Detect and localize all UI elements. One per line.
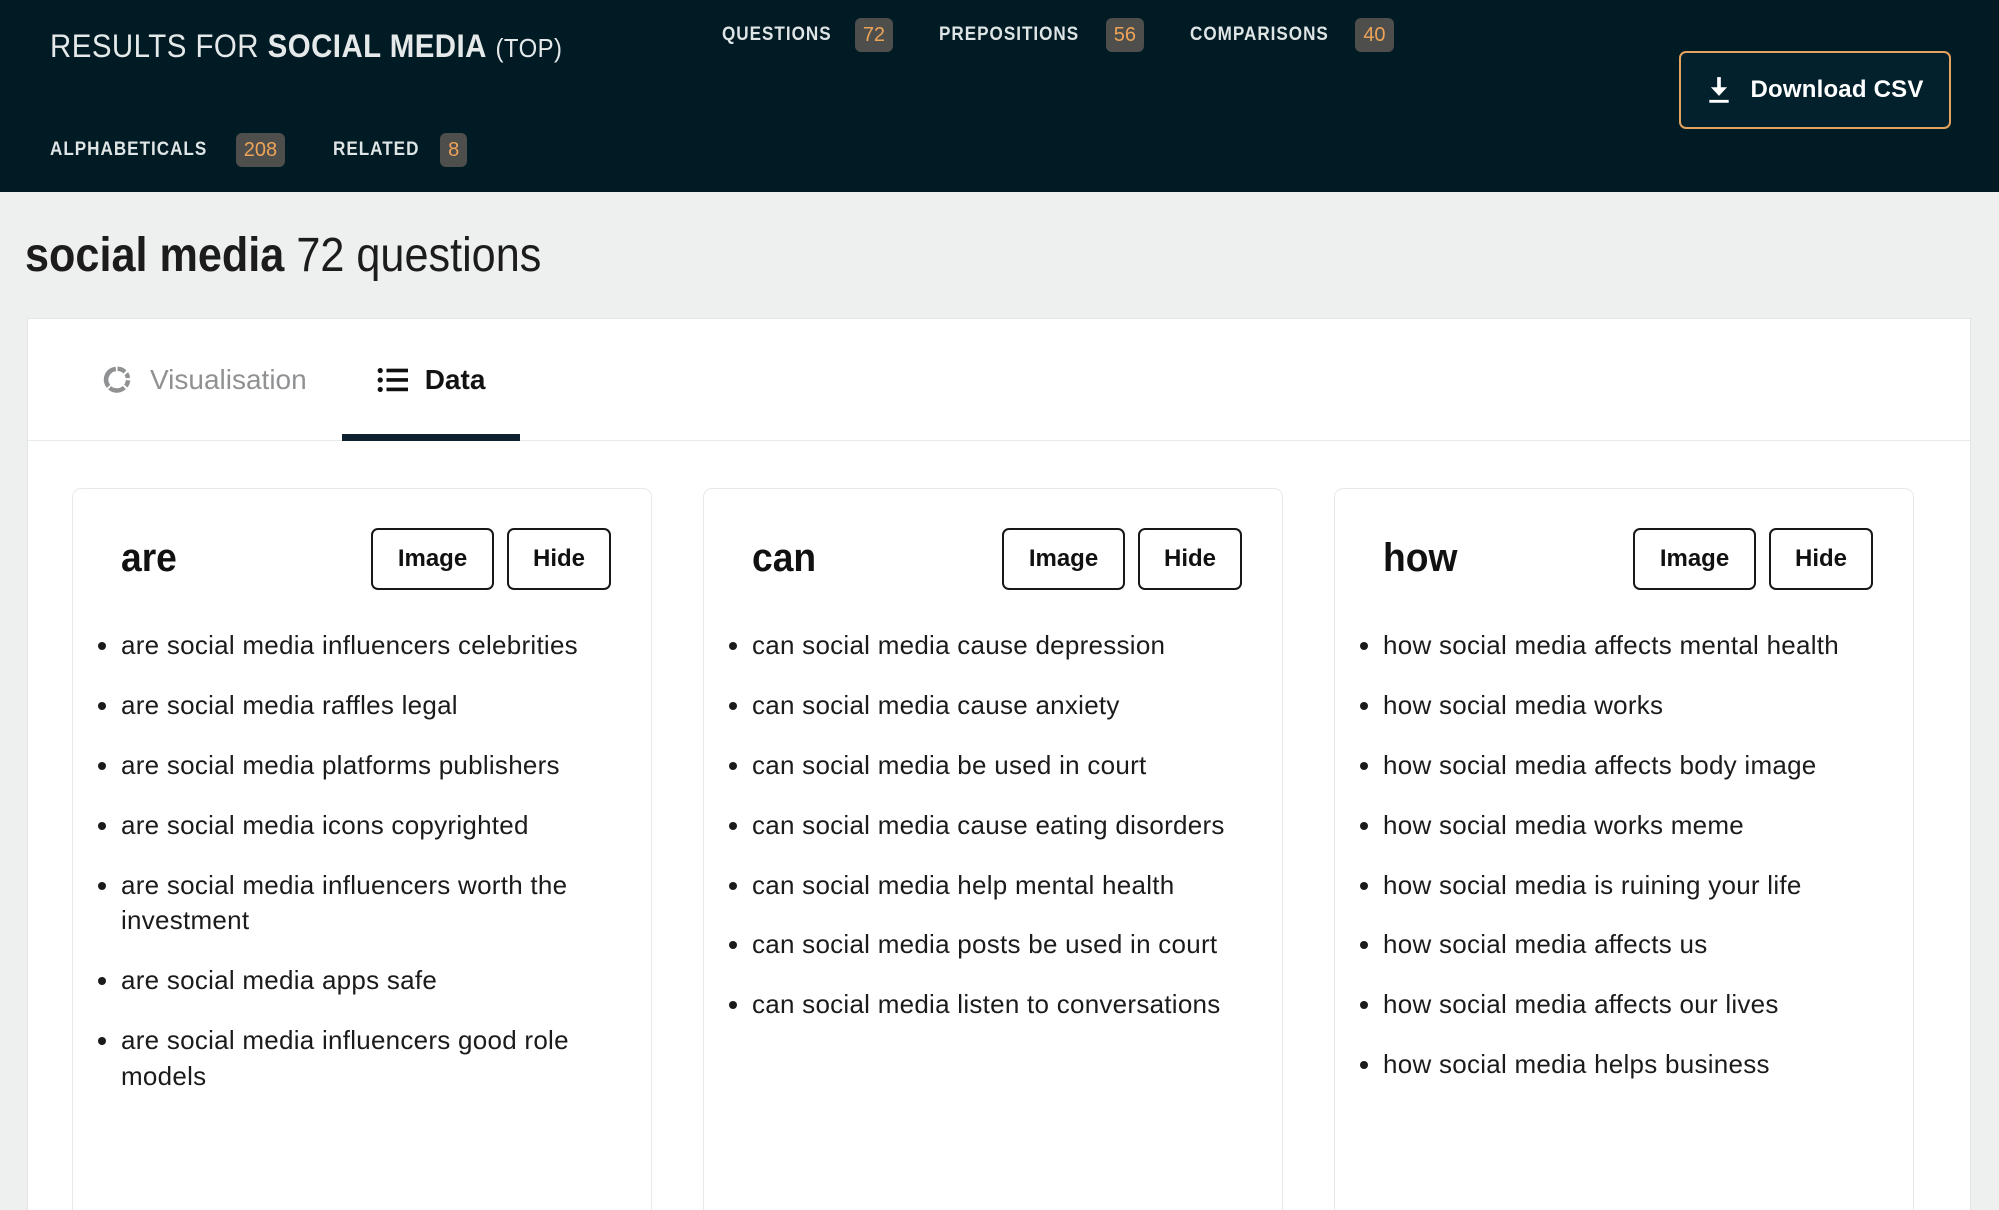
list-item[interactable]: can social media cause anxiety [752,688,1236,724]
list-item[interactable]: how social media affects mental health [1383,628,1867,664]
list-item[interactable]: can social media cause eating disorders [752,808,1236,844]
nav-item-prepositions[interactable]: PREPOSITIONS 56 [939,18,1145,52]
card-actions: Image Hide [1633,527,1873,590]
list-item[interactable]: can social media help mental health [752,868,1236,904]
list-item[interactable]: are social media platforms publishers [121,748,605,784]
list-item[interactable]: can social media listen to conversations [752,987,1236,1023]
view-tabs: Visualisation Data [28,319,1970,441]
list-item[interactable]: can social media be used in court [752,748,1236,784]
list-item[interactable]: how social media works [1383,688,1867,724]
card-word: can [752,536,817,580]
card-header: are Image Hide [73,489,651,628]
question-card-how: how Image Hide how social media affects … [1334,488,1914,1210]
hide-button[interactable]: Hide [1769,527,1873,590]
list-item[interactable]: how social media affects us [1383,927,1867,963]
donut-chart-icon [101,363,134,396]
tab-label-data: Data [424,363,486,395]
list-item[interactable]: are social media influencers good role m… [121,1023,605,1095]
page-title-keyword: social media [25,229,285,282]
card-header: can Image Hide [704,489,1282,628]
nav-badge-related: 8 [440,133,468,167]
image-button[interactable]: Image [1002,527,1125,590]
list-item[interactable]: are social media icons copyrighted [121,808,605,844]
primary-nav: QUESTIONS 72 PREPOSITIONS 56 COMPARISONS… [722,18,1394,52]
list-item[interactable]: are social media influencers celebrities [121,628,605,664]
page-title: social media 72 questions [25,228,541,283]
nav-item-alphabeticals[interactable]: ALPHABETICALS 208 [50,133,286,167]
nav-item-questions[interactable]: QUESTIONS 72 [722,18,894,52]
question-list: how social media affects mental health h… [1335,628,1913,1083]
card-word: are [121,536,177,580]
question-cards: are Image Hide are social media influenc… [28,441,1970,1210]
question-card-are: are Image Hide are social media influenc… [72,488,652,1210]
list-item[interactable]: how social media is ruining your life [1383,868,1867,904]
page-title-count: 72 questions [296,229,542,282]
card-actions: Image Hide [371,527,611,590]
list-icon [377,367,409,393]
list-item[interactable]: are social media influencers worth the i… [121,868,605,940]
results-panel: Visualisation Data are Image Hide • are … [27,318,1971,1210]
hide-button[interactable]: Hide [1138,527,1242,590]
nav-badge-comparisons: 40 [1355,18,1394,52]
hide-button[interactable]: Hide [507,527,611,590]
nav-item-related[interactable]: RELATED 8 [333,133,468,167]
tab-label-visualisation: Visualisation [150,363,307,395]
download-csv-label: Download CSV [1750,76,1924,103]
nav-badge-prepositions: 56 [1105,18,1145,52]
question-list: are social media influencers celebrities… [73,628,651,1095]
list-item[interactable]: how social media affects body image [1383,748,1867,784]
nav-label-alphabeticals: ALPHABETICALS [50,139,208,160]
results-prefix: RESULTS FOR [50,28,259,64]
nav-label-related: RELATED [333,139,420,160]
list-item[interactable]: can social media cause depression [752,628,1236,664]
tab-visualisation[interactable]: Visualisation [66,319,342,441]
nav-label-prepositions: PREPOSITIONS [939,24,1080,45]
card-actions: Image Hide [1002,527,1242,590]
results-suffix: (TOP) [495,33,563,63]
secondary-nav: ALPHABETICALS 208 RELATED 8 [50,133,468,167]
nav-label-questions: QUESTIONS [722,24,832,45]
nav-item-comparisons[interactable]: COMPARISONS 40 [1190,18,1394,52]
tab-data[interactable]: Data [341,319,521,441]
image-button[interactable]: Image [1633,527,1756,590]
download-csv-button[interactable]: Download CSV [1679,51,1951,129]
results-keyword: SOCIAL MEDIA [267,28,487,64]
card-word: how [1383,536,1458,580]
nav-label-comparisons: COMPARISONS [1190,24,1329,45]
list-item[interactable]: are social media apps safe [121,963,605,999]
list-item[interactable]: how social media works meme [1383,808,1867,844]
question-list: can social media cause depression can so… [704,628,1282,1023]
list-item[interactable]: are social media raffles legal [121,688,605,724]
image-button[interactable]: Image [371,527,494,590]
nav-badge-questions: 72 [854,18,894,52]
results-heading: RESULTS FOR SOCIAL MEDIA (TOP) [50,28,562,65]
question-card-can: can Image Hide can social media cause de… [703,488,1283,1210]
list-item[interactable]: how social media affects our lives [1383,987,1867,1023]
nav-badge-alphabeticals: 208 [235,133,286,167]
app-header: RESULTS FOR SOCIAL MEDIA (TOP) QUESTIONS… [0,0,1999,192]
download-icon [1706,76,1732,104]
card-header: how Image Hide [1335,489,1913,628]
list-item[interactable]: can social media posts be used in court [752,927,1236,963]
list-item[interactable]: how social media helps business [1383,1047,1867,1083]
